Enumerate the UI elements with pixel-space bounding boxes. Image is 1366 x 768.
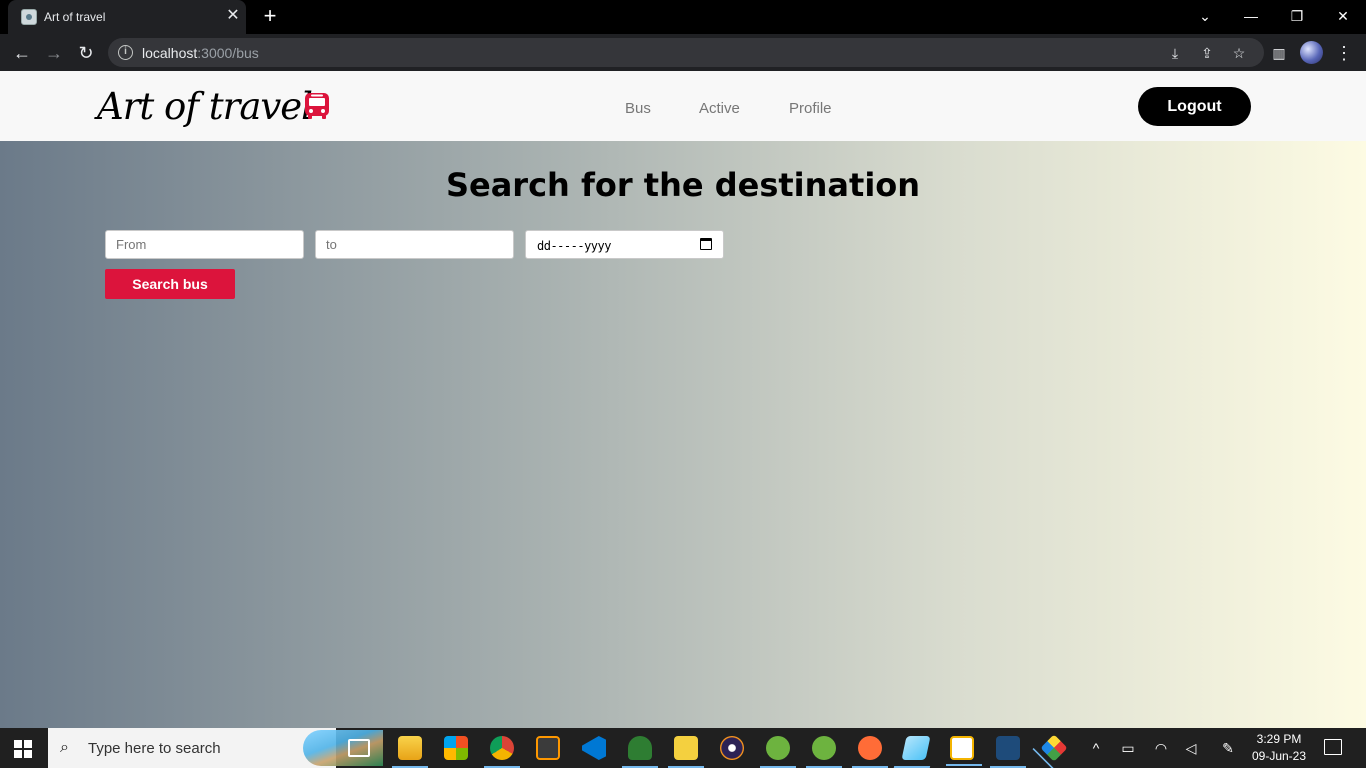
- pen-icon[interactable]: ✎: [1218, 740, 1238, 757]
- site-favicon-icon: [21, 9, 37, 25]
- browser-toolbar: ← → ↻ i localhost:3000/bus ⤓ ⇪ ☆ ▥ ⋮: [0, 34, 1366, 71]
- close-window-icon[interactable]: ✕: [1328, 4, 1358, 28]
- file-explorer-icon[interactable]: [392, 736, 428, 768]
- from-input[interactable]: [105, 230, 304, 259]
- search-bus-button[interactable]: Search bus: [105, 269, 235, 299]
- volume-icon[interactable]: ◁: [1181, 740, 1201, 757]
- taskbar: ⌕ Type here to search ^ ▭ ◠ ◁ ✎ 3:29 PM …: [0, 728, 1366, 768]
- bus-icon: [305, 93, 329, 119]
- nav-link-profile[interactable]: Profile: [789, 100, 832, 117]
- nav-link-bus[interactable]: Bus: [625, 100, 651, 117]
- clock-time: 3:29 PM: [1256, 732, 1302, 746]
- postman-icon[interactable]: [852, 736, 888, 768]
- close-tab-icon[interactable]: ✕: [224, 7, 242, 25]
- calendar-icon[interactable]: [700, 238, 712, 250]
- profile-avatar[interactable]: [1300, 41, 1323, 64]
- taskbar-search-placeholder: Type here to search: [88, 740, 221, 757]
- date-input[interactable]: dd-----yyyy: [525, 230, 724, 259]
- microsoft-store-icon[interactable]: [444, 736, 468, 760]
- nav-link-active[interactable]: Active: [699, 100, 740, 117]
- search-icon: ⌕: [60, 739, 69, 756]
- app-icon-white[interactable]: [946, 736, 982, 766]
- eclipse-icon[interactable]: [720, 736, 744, 760]
- wifi-icon[interactable]: ◠: [1151, 740, 1171, 757]
- restore-icon[interactable]: ❐: [1282, 4, 1312, 28]
- clock-date: 09-Jun-23: [1251, 749, 1307, 763]
- system-clock[interactable]: 3:29 PM 09-Jun-23: [1246, 731, 1312, 765]
- show-hidden-icons-icon[interactable]: ^: [1086, 740, 1106, 756]
- install-app-icon[interactable]: ⤓: [1165, 43, 1185, 63]
- minimize-icon[interactable]: —: [1236, 4, 1266, 28]
- date-placeholder: dd-----yyyy: [537, 239, 611, 253]
- sublime-text-icon[interactable]: [536, 736, 560, 760]
- app-icon-green[interactable]: [622, 736, 658, 768]
- task-view-icon[interactable]: [348, 739, 370, 757]
- url-path: :3000/bus: [197, 45, 259, 61]
- share-icon[interactable]: ⇪: [1197, 43, 1217, 63]
- bookmark-star-icon[interactable]: ☆: [1229, 43, 1249, 63]
- back-icon[interactable]: ←: [10, 41, 34, 65]
- vscode-icon[interactable]: [582, 736, 606, 760]
- mysql-workbench-icon[interactable]: [990, 736, 1026, 768]
- app-icon-blue[interactable]: [901, 736, 931, 760]
- logout-button[interactable]: Logout: [1138, 87, 1251, 126]
- app-icon-diamond[interactable]: [1040, 734, 1068, 762]
- url-host: localhost: [142, 45, 198, 61]
- browser-tab-bar: Art of travel ✕ + ⌄ — ❐ ✕: [0, 0, 1366, 34]
- site-info-icon[interactable]: i: [118, 45, 133, 60]
- logo-text: Art of travel: [97, 85, 313, 128]
- address-bar[interactable]: i localhost:3000/bus ⤓ ⇪ ☆: [108, 38, 1264, 67]
- site-logo[interactable]: Art of travel: [97, 83, 337, 139]
- tab-title: Art of travel: [44, 10, 106, 24]
- new-tab-icon[interactable]: +: [259, 5, 281, 28]
- tab-search-chevron-icon[interactable]: ⌄: [1190, 4, 1220, 28]
- browser-tab[interactable]: Art of travel ✕: [8, 0, 246, 34]
- reload-icon[interactable]: ↻: [74, 41, 98, 65]
- site-navbar: Art of travel Bus Active Profile Logout: [0, 71, 1366, 141]
- taskbar-search-box[interactable]: ⌕ Type here to search: [48, 728, 383, 768]
- side-panel-icon[interactable]: ▥: [1267, 41, 1291, 65]
- spring-tool-suite-icon-2[interactable]: [806, 736, 842, 768]
- page-viewport: Art of travel Bus Active Profile Logout …: [0, 71, 1366, 728]
- notification-icon[interactable]: [1324, 739, 1342, 755]
- menu-kebab-icon[interactable]: ⋮: [1332, 41, 1356, 65]
- chrome-icon[interactable]: [484, 736, 520, 768]
- spring-tool-suite-icon[interactable]: [760, 736, 796, 768]
- battery-icon[interactable]: ▭: [1118, 740, 1138, 757]
- to-input[interactable]: [315, 230, 514, 259]
- url-text: localhost:3000/bus: [142, 45, 259, 61]
- sticky-notes-icon[interactable]: [668, 736, 704, 768]
- search-highlight-illustration: [303, 730, 383, 766]
- page-title: Search for the destination: [445, 166, 921, 204]
- forward-icon[interactable]: →: [42, 41, 66, 65]
- windows-start-icon[interactable]: [14, 740, 32, 758]
